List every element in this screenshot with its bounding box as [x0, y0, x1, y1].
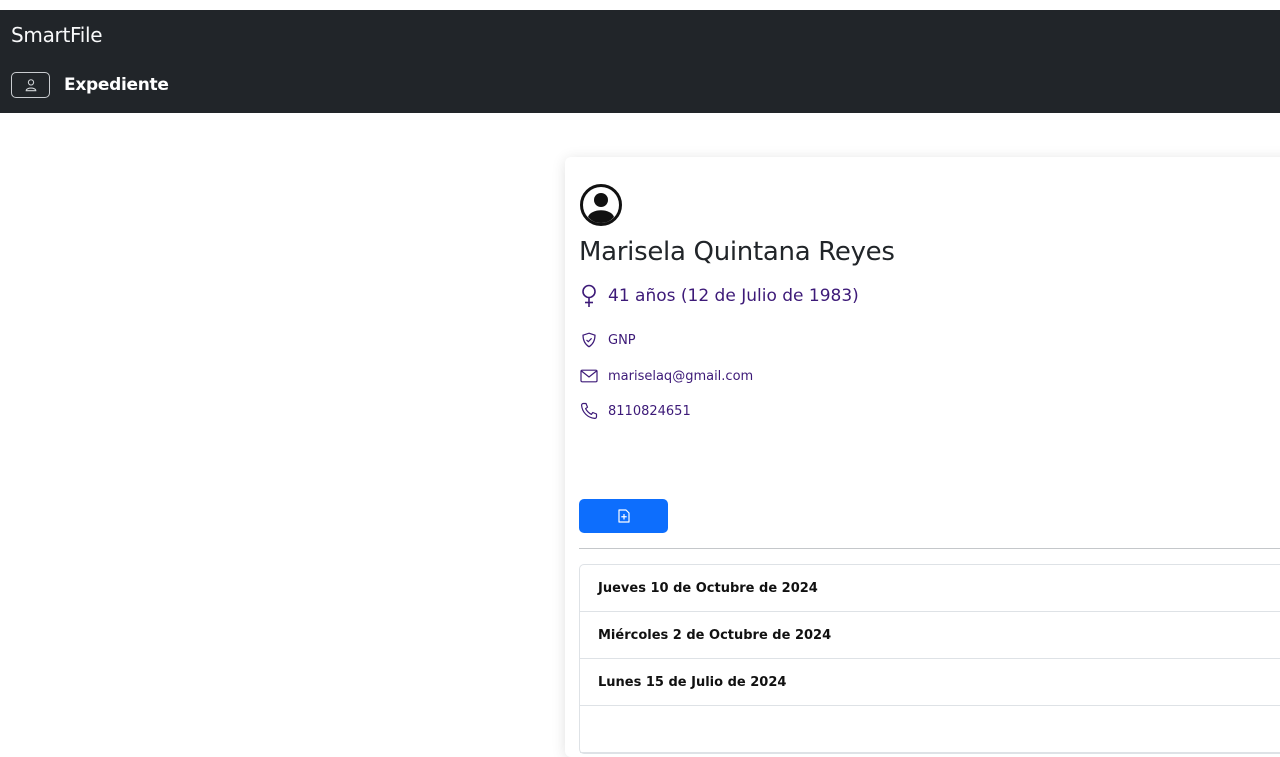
- visit-item[interactable]: Jueves 10 de Octubre de 2024: [580, 565, 1280, 612]
- new-record-button[interactable]: [579, 499, 668, 533]
- navbar: SmartFile Expediente: [0, 10, 1280, 113]
- telephone-icon: [579, 401, 599, 421]
- patient-card: Marisela Quintana Reyes 41 años (12 de J…: [565, 157, 1280, 757]
- patient-email[interactable]: mariselaq@gmail.com: [608, 369, 753, 384]
- patient-phone[interactable]: 8110824651: [608, 404, 691, 419]
- top-gap: [0, 0, 1280, 10]
- patient-age: 41 años (12 de Julio de 1983): [608, 286, 859, 306]
- visit-item[interactable]: [580, 706, 1280, 753]
- patient-phone-row: 8110824651: [579, 401, 691, 421]
- visit-item[interactable]: Miércoles 2 de Octubre de 2024: [580, 612, 1280, 659]
- visit-list: Jueves 10 de Octubre de 2024 Miércoles 2…: [579, 564, 1280, 754]
- patient-email-row: mariselaq@gmail.com: [579, 366, 753, 386]
- person-icon: [25, 79, 36, 92]
- patient-name: Marisela Quintana Reyes: [579, 237, 895, 267]
- shield-check-icon: [579, 330, 599, 350]
- brand-title[interactable]: SmartFile: [11, 23, 103, 47]
- section-divider: [579, 548, 1280, 549]
- patient-age-row: 41 años (12 de Julio de 1983): [579, 284, 859, 307]
- female-icon: [579, 284, 599, 307]
- user-circle-icon: [580, 184, 622, 226]
- visit-item[interactable]: Lunes 15 de Julio de 2024: [580, 659, 1280, 706]
- file-plus-icon: [617, 509, 630, 523]
- envelope-icon: [579, 366, 599, 386]
- nav-toggle-button[interactable]: [11, 72, 50, 98]
- nav-link-expediente[interactable]: Expediente: [64, 75, 169, 95]
- patient-insurance: GNP: [608, 332, 636, 348]
- patient-insurance-row: GNP: [579, 330, 636, 350]
